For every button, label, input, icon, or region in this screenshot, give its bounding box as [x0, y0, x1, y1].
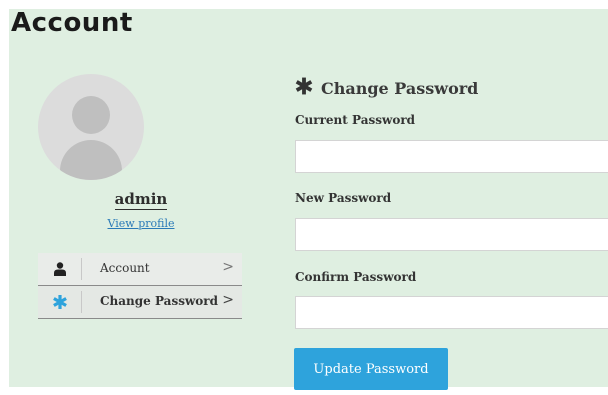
avatar-head-shape	[72, 96, 110, 134]
confirm-password-input[interactable]	[295, 296, 608, 329]
menu-item-label: Account	[100, 261, 150, 275]
section-title: Change Password	[295, 77, 478, 100]
username: admin	[38, 190, 244, 210]
view-profile-link[interactable]: View profile	[108, 217, 175, 230]
new-password-label: New Password	[295, 191, 392, 205]
current-password-input[interactable]	[295, 140, 608, 173]
update-password-button[interactable]: Update Password	[294, 348, 448, 390]
new-password-input[interactable]	[295, 218, 608, 251]
avatar-body-shape	[60, 140, 122, 180]
menu-item-account[interactable]: Account >	[38, 253, 242, 286]
menu-item-change-password[interactable]: Change Password >	[38, 286, 242, 319]
asterisk-icon	[295, 77, 313, 100]
username-text: admin	[114, 190, 168, 210]
view-profile-container: View profile	[38, 217, 244, 230]
asterisk-icon	[38, 291, 82, 313]
chevron-right-icon: >	[222, 292, 234, 308]
menu-item-label: Change Password	[100, 294, 219, 308]
user-icon	[38, 258, 82, 280]
chevron-right-icon: >	[222, 259, 234, 275]
confirm-password-label: Confirm Password	[295, 270, 417, 284]
section-title-text: Change Password	[321, 79, 479, 98]
account-menu: Account > Change Password >	[38, 253, 242, 319]
current-password-label: Current Password	[295, 113, 416, 127]
avatar	[38, 74, 144, 180]
page-title: Account	[11, 8, 133, 38]
